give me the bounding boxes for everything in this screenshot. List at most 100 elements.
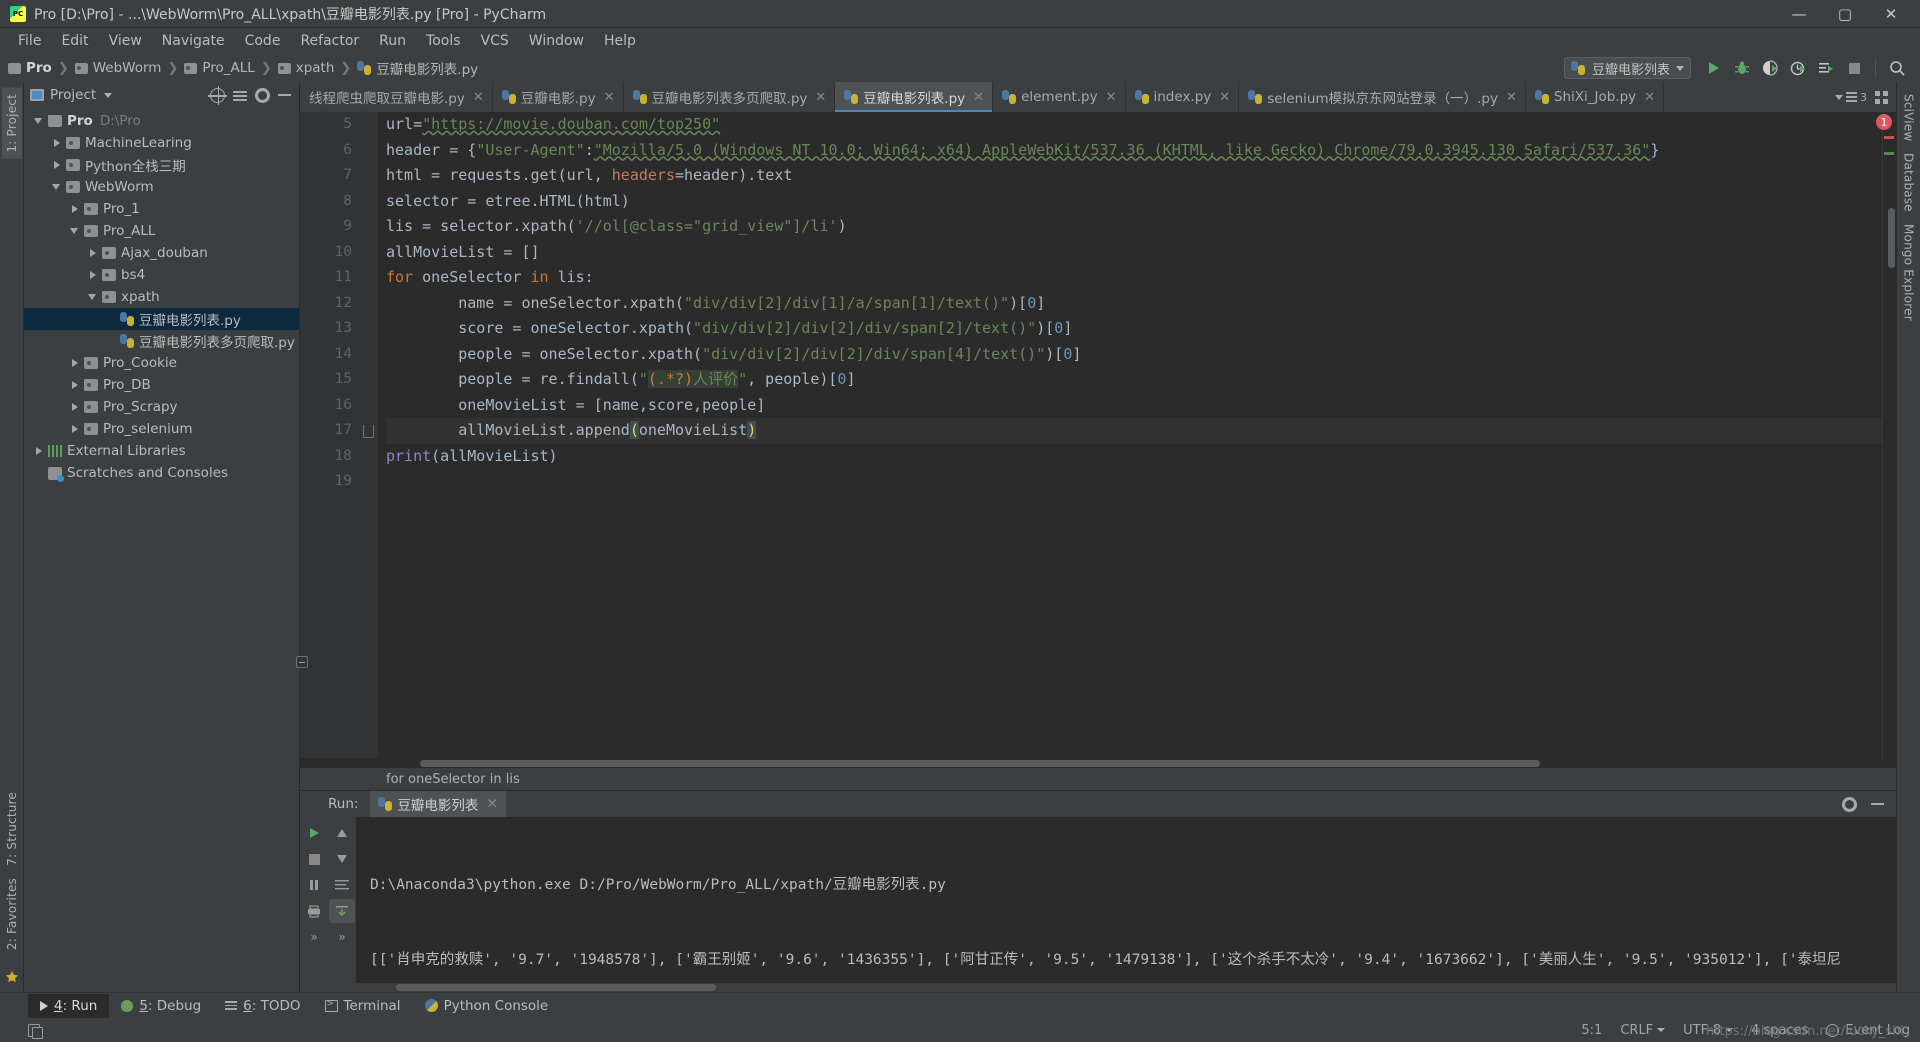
tree-node[interactable]: 豆瓣电影列表.py	[24, 308, 299, 330]
editor-tab[interactable]: element.py ✕	[993, 82, 1126, 112]
debug-button[interactable]	[1729, 56, 1755, 80]
tree-node[interactable]: MachineLearing	[24, 132, 299, 154]
chevron-right-icon[interactable]	[50, 136, 64, 150]
tree-node[interactable]: Pro_Scrapy	[24, 396, 299, 418]
tree-node[interactable]: Python全栈三期	[24, 154, 299, 176]
menu-window[interactable]: Window	[519, 30, 594, 52]
tree-node[interactable]: Pro_DB	[24, 374, 299, 396]
close-icon[interactable]: ✕	[486, 796, 497, 812]
run-horizontal-scrollbar[interactable]	[300, 983, 1896, 992]
collapse-all-icon[interactable]	[233, 88, 247, 102]
menu-file[interactable]: File	[8, 30, 51, 52]
more-options-button[interactable]: »	[329, 925, 355, 949]
expand-sidebar-button[interactable]: »	[301, 925, 327, 949]
chevron-right-icon[interactable]	[68, 400, 82, 414]
chevron-right-icon[interactable]	[86, 246, 100, 260]
chevron-down-icon[interactable]	[68, 224, 82, 238]
breadcrumb-webworm[interactable]: WebWorm	[74, 60, 161, 76]
soft-wrap-button[interactable]	[329, 873, 355, 897]
scroll-up-button[interactable]	[329, 821, 355, 845]
fold-end-marker[interactable]	[363, 425, 374, 438]
event-log-button[interactable]: Event Log	[1826, 1023, 1910, 1038]
chevron-right-icon[interactable]	[86, 268, 100, 282]
tool-tab-database[interactable]: Database	[1899, 147, 1919, 218]
chevron-down-icon[interactable]	[32, 114, 46, 128]
tool-tab-structure[interactable]: 7: Structure	[2, 786, 22, 872]
tree-node[interactable]: Pro_Cookie	[24, 352, 299, 374]
menu-edit[interactable]: Edit	[51, 30, 98, 52]
editor-tab[interactable]: ShiXi_Job.py ✕	[1526, 82, 1665, 112]
chevron-right-icon[interactable]	[68, 378, 82, 392]
stop-process-button[interactable]	[301, 847, 327, 871]
indent-selector[interactable]: 4 spaces	[1751, 1023, 1808, 1038]
code-viewport[interactable]: url="https://movie.douban.com/top250" hea…	[378, 112, 1896, 758]
menu-code[interactable]: Code	[235, 30, 291, 52]
run-button[interactable]	[1701, 56, 1727, 80]
tool-tab-mongo[interactable]: Mongo Explorer	[1899, 218, 1919, 327]
chevron-down-icon[interactable]	[86, 290, 100, 304]
project-tree[interactable]: Pro D:\Pro MachineLearing Python全栈三期 WebWorm…	[24, 108, 299, 992]
scroll-from-source-icon[interactable]	[208, 85, 227, 105]
run-scrollbar-thumb[interactable]	[396, 984, 716, 991]
tree-node[interactable]: xpath	[24, 286, 299, 308]
editor-horizontal-scrollbar[interactable]	[300, 758, 1896, 768]
editor-tab[interactable]: index.py ✕	[1126, 82, 1240, 112]
menu-navigate[interactable]: Navigate	[152, 30, 235, 52]
toolwindow-python-console[interactable]: Python Console	[413, 994, 561, 1018]
gear-icon[interactable]	[1842, 796, 1857, 812]
line-separator-selector[interactable]: CRLF	[1620, 1023, 1666, 1038]
toolwindow-terminal[interactable]: Terminal	[313, 994, 413, 1018]
close-icon[interactable]: ✕	[1506, 90, 1517, 105]
error-marker[interactable]	[1884, 136, 1894, 139]
run-with-coverage-button[interactable]	[1757, 56, 1783, 80]
toolwindow-debug[interactable]: 5: Debug	[109, 994, 213, 1018]
error-count-badge[interactable]: 1	[1876, 114, 1892, 130]
editor-tab[interactable]: selenium模拟京东网站登录（一）.py ✕	[1239, 82, 1526, 112]
search-everywhere-button[interactable]	[1884, 56, 1910, 80]
tree-node[interactable]: Pro_selenium	[24, 418, 299, 440]
source-code[interactable]: url="https://movie.douban.com/top250" hea…	[378, 112, 1896, 495]
run-session-tab[interactable]: 豆瓣电影列表 ✕	[370, 791, 506, 817]
run-with-console-button[interactable]	[1813, 56, 1839, 80]
scroll-to-end-button[interactable]	[329, 899, 355, 923]
run-configuration-selector[interactable]: 豆瓣电影列表	[1563, 57, 1691, 79]
rerun-button[interactable]	[301, 821, 327, 845]
menu-tools[interactable]: Tools	[416, 30, 471, 52]
toolwindow-todo[interactable]: 6: TODO	[213, 994, 312, 1018]
print-button[interactable]	[301, 899, 327, 923]
profile-button[interactable]	[1785, 56, 1811, 80]
gear-icon[interactable]	[255, 87, 270, 103]
tool-tab-favorites[interactable]: 2: Favorites	[2, 872, 22, 956]
menu-help[interactable]: Help	[594, 30, 646, 52]
chevron-right-icon[interactable]	[68, 202, 82, 216]
breadcrumb-xpath[interactable]: xpath	[277, 60, 334, 76]
close-icon[interactable]: ✕	[815, 90, 826, 105]
tool-tab-project[interactable]: 1: Project	[1, 88, 22, 159]
hide-panel-icon[interactable]	[1871, 803, 1884, 805]
menu-vcs[interactable]: VCS	[471, 30, 519, 52]
close-icon[interactable]: ✕	[1106, 90, 1117, 105]
chevron-right-icon[interactable]	[68, 422, 82, 436]
chevron-right-icon[interactable]	[32, 444, 46, 458]
chevron-right-icon[interactable]	[68, 356, 82, 370]
fold-marker-for-loop[interactable]	[296, 655, 308, 668]
tree-node[interactable]: Ajax_douban	[24, 242, 299, 264]
close-button[interactable]: ✕	[1868, 0, 1914, 28]
warning-marker[interactable]	[1884, 152, 1894, 155]
hide-panel-icon[interactable]	[278, 94, 291, 96]
menu-view[interactable]: View	[99, 30, 152, 52]
tree-node[interactable]: Scratches and Consoles	[24, 462, 299, 484]
editor-tab[interactable]: 豆瓣电影.py ✕	[493, 82, 624, 112]
close-icon[interactable]: ✕	[1644, 90, 1655, 105]
tree-node[interactable]: Pro_ALL	[24, 220, 299, 242]
pause-output-button[interactable]	[301, 873, 327, 897]
close-icon[interactable]: ✕	[973, 90, 984, 105]
menu-run[interactable]: Run	[369, 30, 416, 52]
breadcrumb-pro[interactable]: Pro	[8, 60, 52, 76]
tree-node[interactable]: Pro D:\Pro	[24, 110, 299, 132]
stop-button[interactable]	[1841, 56, 1867, 80]
scroll-down-button[interactable]	[329, 847, 355, 871]
tree-node[interactable]: External Libraries	[24, 440, 299, 462]
vertical-scrollbar-thumb[interactable]	[1888, 208, 1895, 268]
grid-view-icon[interactable]	[1875, 90, 1888, 104]
